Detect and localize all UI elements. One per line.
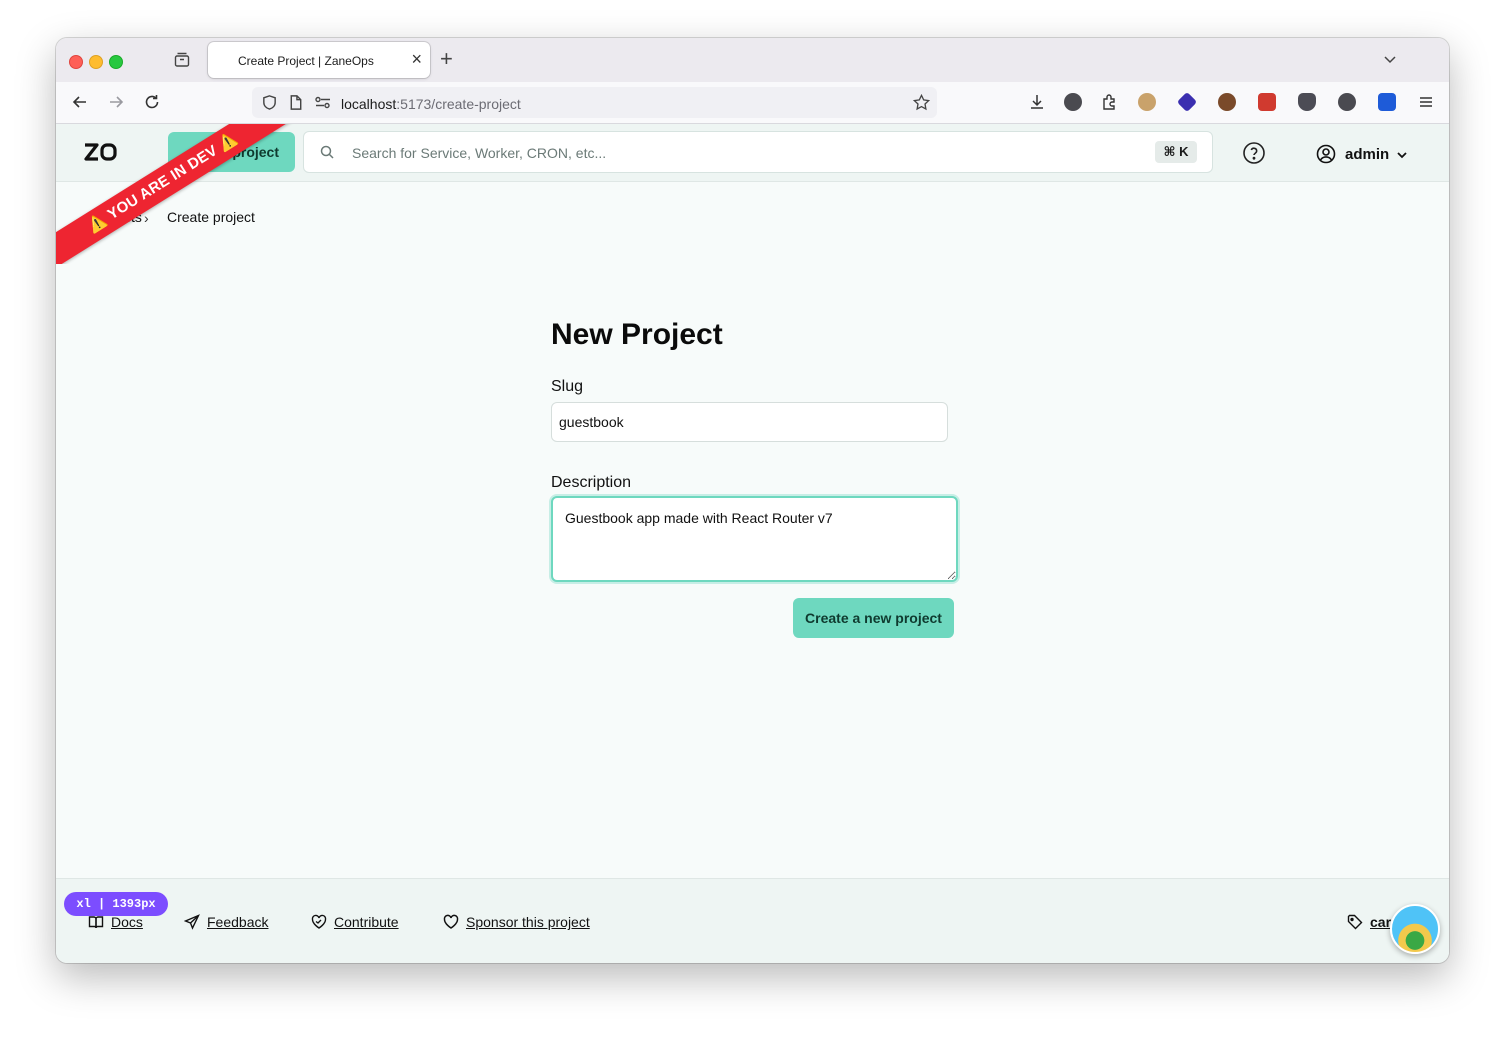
download-icon[interactable] <box>1028 93 1046 111</box>
user-name: admin <box>1345 146 1390 163</box>
zaneops-logo[interactable] <box>83 142 117 162</box>
footer: xl | 1393px Docs Feedback Contribute Spo… <box>56 878 1449 963</box>
maximize-window-button[interactable] <box>109 55 123 69</box>
active-tab[interactable]: Create Project | ZaneOps × <box>208 42 430 78</box>
search-input[interactable]: Search for Service, Worker, CRON, etc...… <box>303 131 1213 173</box>
breadcrumb-current: Create project <box>167 209 255 225</box>
browser-window: Create Project | ZaneOps × + localhost:5… <box>56 38 1449 963</box>
close-icon[interactable]: × <box>411 49 422 69</box>
plus-icon[interactable]: + <box>440 46 453 72</box>
slug-label: Slug <box>551 378 584 395</box>
new-project-button[interactable]: project <box>168 132 295 172</box>
extension-privacy-icon[interactable] <box>1338 93 1356 111</box>
extension-glasses-icon[interactable] <box>1138 93 1156 111</box>
send-icon <box>184 914 200 930</box>
extension-red-icon[interactable] <box>1258 93 1276 111</box>
extension-diamond-icon[interactable] <box>1176 91 1198 113</box>
chevron-down-icon[interactable] <box>1383 52 1397 66</box>
tabs-icon[interactable] <box>173 51 191 69</box>
search-shortcut: ⌘ K <box>1155 141 1197 163</box>
breadcrumb-separator: › <box>144 210 149 226</box>
avatar[interactable] <box>1390 904 1440 954</box>
search-icon <box>320 145 334 159</box>
tag-icon <box>1347 914 1363 930</box>
extensions-puzzle-icon[interactable] <box>1100 93 1118 111</box>
tab-strip: Create Project | ZaneOps × + <box>56 38 1449 82</box>
extension-bitwarden-icon[interactable] <box>1378 93 1396 111</box>
breadcrumb-projects-link[interactable]: cts <box>124 209 142 225</box>
extension-ublock-icon[interactable] <box>1298 93 1316 111</box>
reload-icon[interactable] <box>143 93 161 111</box>
extension-cookie-icon[interactable] <box>1218 93 1236 111</box>
create-project-button[interactable]: Create a new project <box>793 598 954 638</box>
description-label: Description <box>551 474 632 491</box>
user-circle-icon <box>1316 144 1336 164</box>
description-textarea[interactable]: Guestbook app made with React Router v7 <box>551 496 958 582</box>
extension-f-icon[interactable] <box>1064 93 1082 111</box>
search-placeholder: Search for Service, Worker, CRON, etc... <box>352 145 607 161</box>
page-icon <box>290 95 302 110</box>
menu-icon[interactable] <box>1417 93 1435 111</box>
star-icon[interactable] <box>912 93 931 112</box>
app-header: project Search for Service, Worker, CRON… <box>56 124 1449 182</box>
permissions-icon[interactable] <box>314 96 332 109</box>
feedback-link[interactable]: Feedback <box>207 914 268 930</box>
docs-link[interactable]: Docs <box>111 914 143 930</box>
url-path: :5173/create-project <box>396 96 521 112</box>
forward-arrow-icon[interactable] <box>107 93 125 111</box>
back-arrow-icon[interactable] <box>71 93 89 111</box>
url-bar[interactable]: localhost:5173/create-project <box>252 87 937 118</box>
heart-handshake-icon <box>311 914 327 929</box>
contribute-link[interactable]: Contribute <box>334 914 399 930</box>
heart-icon <box>443 914 459 929</box>
close-window-button[interactable] <box>69 55 83 69</box>
tab-title: Create Project | ZaneOps <box>238 54 374 68</box>
url-host: localhost <box>341 96 397 112</box>
help-circle-icon[interactable] <box>1242 141 1266 165</box>
chevron-down-icon <box>1397 152 1407 159</box>
slug-input[interactable] <box>551 402 948 442</box>
breakpoint-badge: xl | 1393px <box>64 892 168 916</box>
book-icon <box>88 916 104 929</box>
new-project-label: project <box>232 144 279 160</box>
sponsor-link[interactable]: Sponsor this project <box>466 914 590 930</box>
minimize-window-button[interactable] <box>89 55 103 69</box>
version-link[interactable]: car <box>1370 914 1391 930</box>
navigation-bar: localhost:5173/create-project <box>56 82 1449 124</box>
page-title: New Project <box>551 318 723 351</box>
shield-icon[interactable] <box>261 94 278 111</box>
url-text[interactable]: localhost:5173/create-project <box>341 96 521 112</box>
